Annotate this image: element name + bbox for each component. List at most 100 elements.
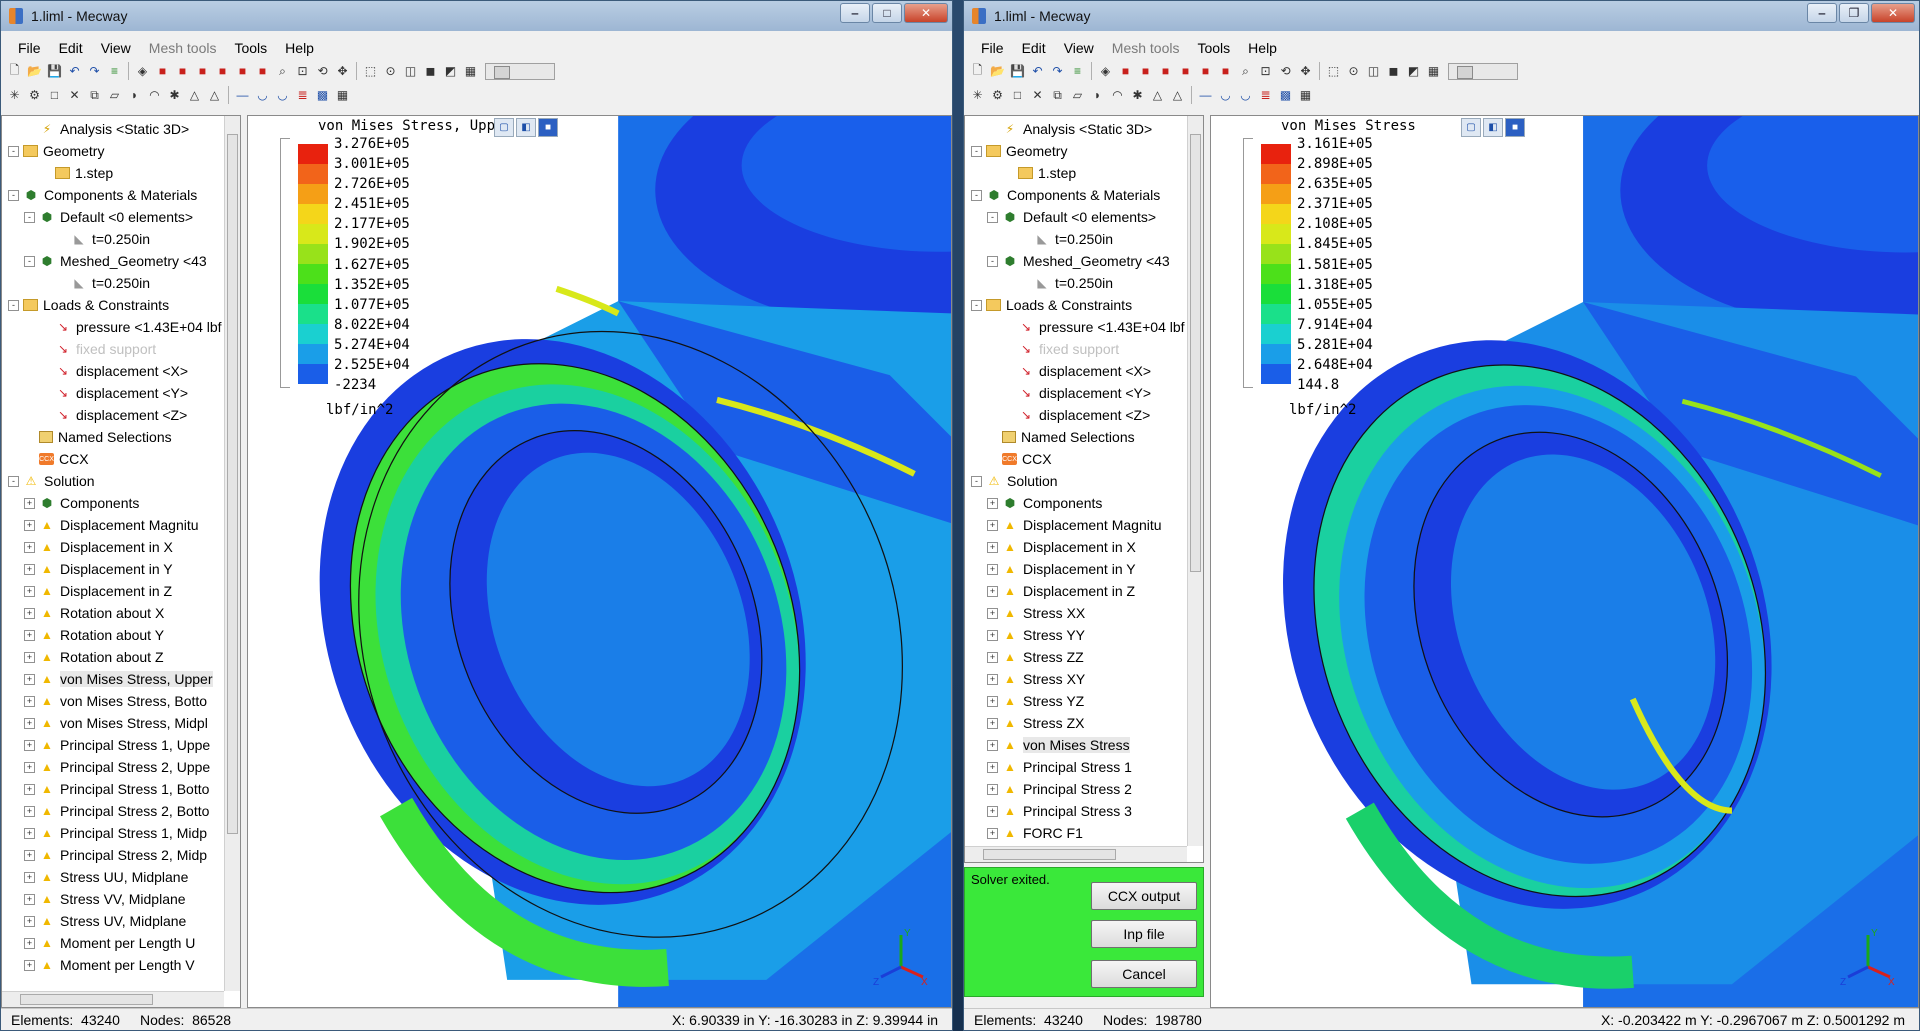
tree-node[interactable]: - ⚠ Solution [965, 470, 1187, 492]
close-button[interactable]: ✕ [904, 3, 948, 23]
tree-node[interactable]: + ▲ von Mises Stress [965, 734, 1187, 756]
tree-expander-icon[interactable]: + [24, 497, 35, 509]
tree-expander-icon[interactable]: + [24, 541, 35, 553]
tree-node[interactable]: + ▲ von Mises Stress, Botto [2, 690, 224, 712]
tree-node[interactable]: ↘ pressure <1.43E+04 lbf [965, 316, 1187, 338]
tree-expander-icon[interactable]: + [987, 541, 998, 553]
box-icon[interactable]: □ [1008, 86, 1027, 105]
tree-expander-icon[interactable]: + [987, 651, 998, 663]
tree-node[interactable]: + ▲ Displacement in Z [965, 580, 1187, 602]
select-icon[interactable]: ⬚ [361, 62, 380, 81]
tree-node[interactable]: + ⬢ Components [965, 492, 1187, 514]
tree-node[interactable]: ↘ pressure <1.43E+04 lbf [2, 316, 224, 338]
tree-node[interactable]: ↘ fixed support [2, 338, 224, 360]
tree-expander-icon[interactable]: + [24, 761, 35, 773]
mesh-icon[interactable]: ◈ [1096, 62, 1115, 81]
tree-node[interactable]: ↘ displacement <Z> [965, 404, 1187, 426]
grid-icon[interactable]: ▦ [461, 62, 480, 81]
tree-expander-icon[interactable]: + [24, 937, 35, 949]
restore-button[interactable]: ❐ [1839, 3, 1869, 23]
tri2-icon[interactable]: △ [205, 86, 224, 105]
tree-node[interactable]: Named Selections [965, 426, 1187, 448]
tree-expander-icon[interactable]: - [8, 475, 19, 487]
menu-tools[interactable]: Tools [1188, 40, 1239, 56]
tree-node[interactable]: - Geometry [965, 140, 1187, 162]
rotate-icon[interactable]: ⟲ [313, 62, 332, 81]
tree-expander-icon[interactable]: + [987, 563, 998, 575]
tree-expander-icon[interactable]: + [24, 739, 35, 751]
tree-node[interactable]: + ▲ Principal Stress 2, Midp [2, 844, 224, 866]
menu-help[interactable]: Help [276, 40, 323, 56]
tree-expander-icon[interactable]: + [24, 893, 35, 905]
color-icon[interactable]: ▩ [1276, 86, 1295, 105]
tree-node[interactable]: ↘ displacement <Y> [965, 382, 1187, 404]
face2-icon[interactable]: ▱ [1068, 86, 1087, 105]
tree-expander-icon[interactable]: + [24, 695, 35, 707]
tree-node[interactable]: CCX CCX [2, 448, 224, 470]
tree-expander-icon[interactable]: - [987, 255, 998, 267]
pan-icon[interactable]: ✥ [1296, 62, 1315, 81]
tree-node[interactable]: - Geometry [2, 140, 224, 162]
cube-red-icon[interactable]: ■ [153, 62, 172, 81]
star-icon[interactable]: ✱ [165, 86, 184, 105]
color-icon[interactable]: ▩ [313, 86, 332, 105]
burst-icon[interactable]: ✳ [968, 86, 987, 105]
wireframe-view-icon[interactable]: ▢ [1461, 118, 1481, 137]
cross-icon[interactable]: ✕ [1028, 86, 1047, 105]
outline-tree[interactable]: ⚡ Analysis <Static 3D> - Geometry 1.step - ⬢ Co… [2, 116, 224, 991]
tree-node[interactable]: - ⬢ Meshed_Geometry <43 [965, 250, 1187, 272]
table-icon[interactable]: ▦ [333, 86, 352, 105]
bars-icon[interactable]: ≣ [1256, 86, 1275, 105]
tree-node[interactable]: ◣ t=0.250in [2, 272, 224, 294]
split-icon[interactable]: ⧉ [85, 86, 104, 105]
tree-node[interactable]: + ▲ Displacement in Y [2, 558, 224, 580]
toolbar-scrollbar[interactable] [485, 62, 555, 80]
tree-expander-icon[interactable]: - [971, 189, 982, 201]
shell-icon[interactable]: ◗ [125, 86, 144, 105]
gear-icon[interactable]: ⚙ [988, 86, 1007, 105]
tree-node[interactable]: ◣ t=0.250in [965, 272, 1187, 294]
undo-icon[interactable]: ↶ [65, 62, 84, 81]
tree-node[interactable]: + ▲ Rotation about Z [2, 646, 224, 668]
cup-icon[interactable]: ◡ [253, 86, 272, 105]
tree-node[interactable]: ↘ fixed support [965, 338, 1187, 360]
tree-node[interactable]: + ▲ Stress VV, Midplane [2, 888, 224, 910]
tree-expander-icon[interactable]: + [987, 783, 998, 795]
ccx-output-button[interactable]: CCX output [1091, 882, 1197, 910]
bowl-icon[interactable]: ◡ [1236, 86, 1255, 105]
tree-node[interactable]: + ▲ Displacement in Z [2, 580, 224, 602]
menu-edit[interactable]: Edit [1013, 40, 1055, 56]
redo-icon[interactable]: ↷ [1048, 62, 1067, 81]
tree-expander-icon[interactable]: + [24, 651, 35, 663]
cube-red5-icon[interactable]: ■ [233, 62, 252, 81]
tree-node[interactable]: - ⬢ Meshed_Geometry <43 [2, 250, 224, 272]
tree-node[interactable]: + ▲ Stress UV, Midplane [2, 910, 224, 932]
tree-node[interactable]: ↘ displacement <X> [965, 360, 1187, 382]
shaded-view-icon[interactable]: ■ [1505, 118, 1525, 137]
tree-node[interactable]: + ▲ Rotation about X [2, 602, 224, 624]
tree-node[interactable]: ◣ t=0.250in [965, 228, 1187, 250]
menu-edit[interactable]: Edit [50, 40, 92, 56]
title-bar[interactable]: 1.liml - Mecway ‒ □ ✕ [1, 1, 952, 31]
tree-node[interactable]: + ▲ Displacement Magnitu [2, 514, 224, 536]
zoom-icon[interactable]: ⌕ [1236, 62, 1255, 81]
layers-icon[interactable]: ≡ [105, 62, 124, 81]
tree-expander-icon[interactable]: + [987, 497, 998, 509]
tree-expander-icon[interactable]: + [987, 717, 998, 729]
outline-tree[interactable]: ⚡ Analysis <Static 3D> - Geometry 1.step - ⬢ Co… [965, 116, 1187, 846]
tri2-icon[interactable]: △ [1168, 86, 1187, 105]
cup-icon[interactable]: ◡ [1216, 86, 1235, 105]
tree-node[interactable]: - ⬢ Default <0 elements> [965, 206, 1187, 228]
tree-node[interactable]: 1.step [965, 162, 1187, 184]
zoom-fit-icon[interactable]: ⊡ [293, 62, 312, 81]
tree-node[interactable]: + ▲ Stress XX [965, 602, 1187, 624]
cube-red4-icon[interactable]: ■ [213, 62, 232, 81]
rotate-icon[interactable]: ⟲ [1276, 62, 1295, 81]
mesh-icon[interactable]: ◈ [133, 62, 152, 81]
select-icon[interactable]: ⬚ [1324, 62, 1343, 81]
tree-expander-icon[interactable]: - [971, 299, 982, 311]
tree-horizontal-scrollbar[interactable] [2, 991, 224, 1007]
tree-node[interactable]: CCX CCX [965, 448, 1187, 470]
tree-expander-icon[interactable]: + [24, 607, 35, 619]
tree-expander-icon[interactable]: - [8, 145, 19, 157]
